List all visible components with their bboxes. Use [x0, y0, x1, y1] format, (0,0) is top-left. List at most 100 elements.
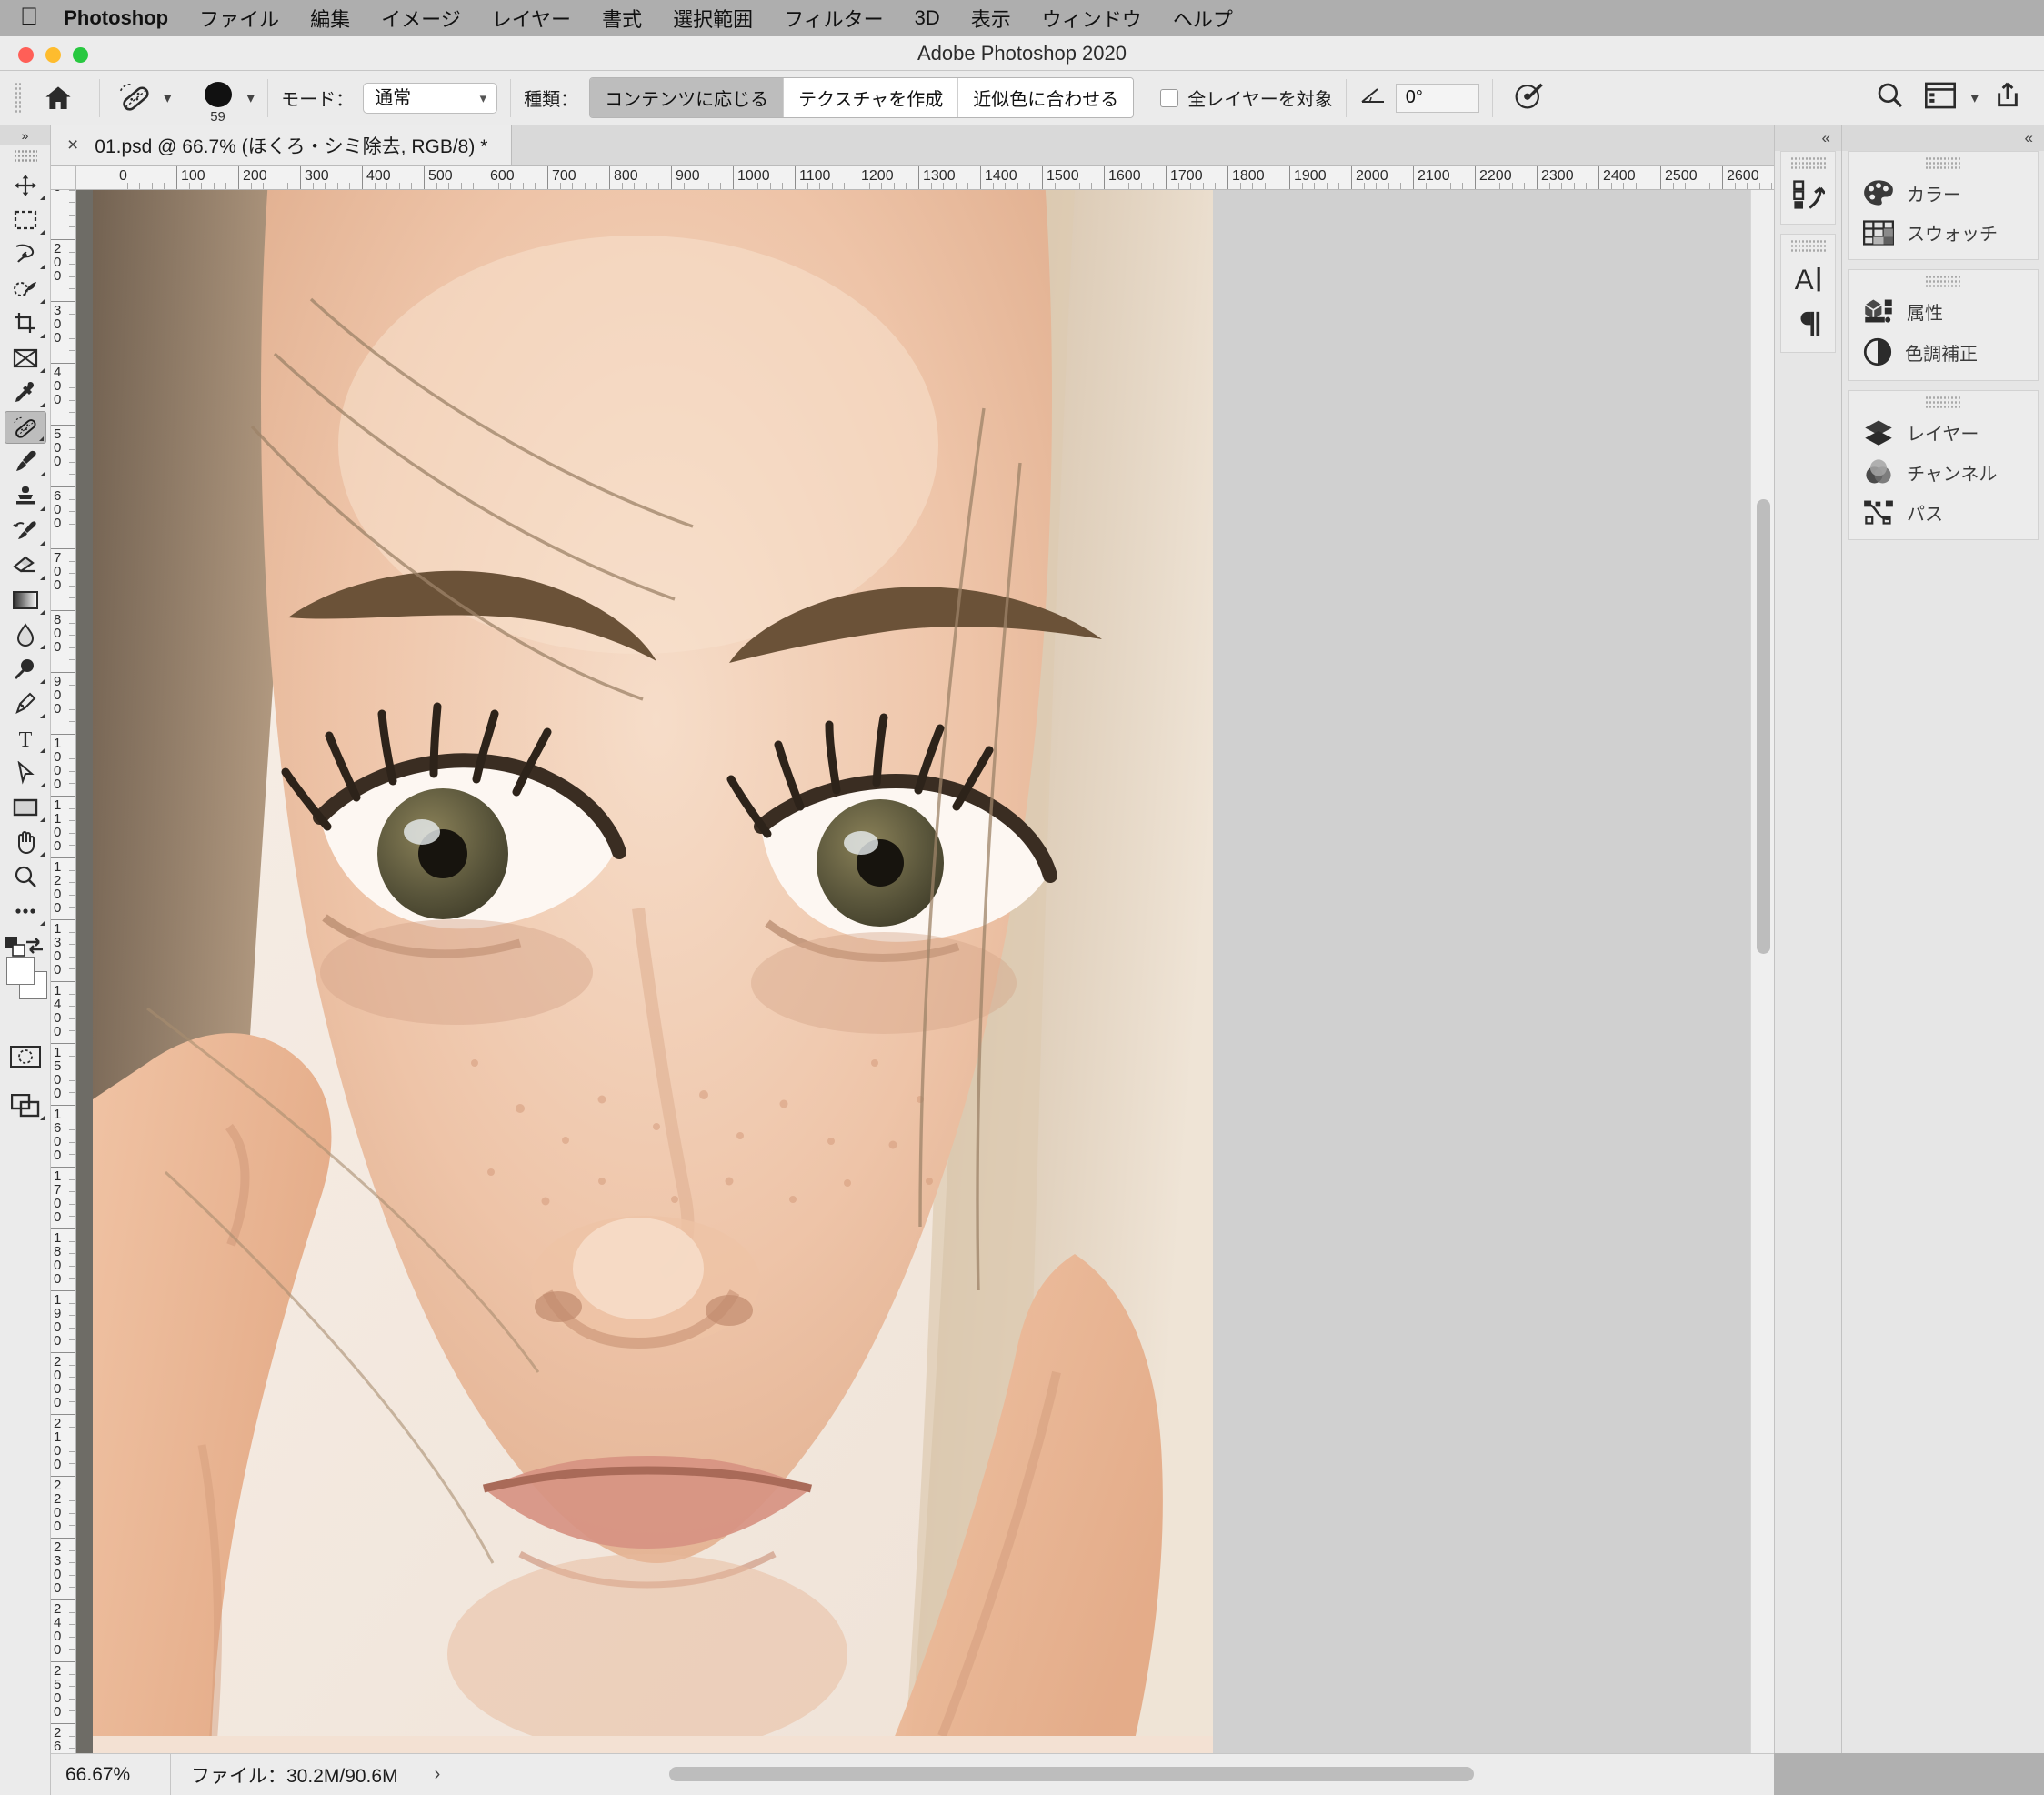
ruler-origin[interactable] — [51, 166, 76, 190]
dock-group-grip[interactable] — [1925, 156, 1961, 169]
options-bar-grip[interactable] — [15, 81, 21, 115]
zoom-level[interactable]: 66.67% — [51, 1754, 171, 1795]
lasso-tool[interactable] — [5, 238, 46, 271]
brush-preset-chevron-down-icon[interactable]: ▾ — [247, 89, 256, 107]
document-tab[interactable]: × 01.psd @ 66.7% (ほくろ・シミ除去, RGB/8) * — [51, 125, 513, 165]
clone-stamp-tool[interactable] — [5, 480, 46, 513]
menu-item-photoshop[interactable]: Photoshop — [64, 6, 184, 30]
adjustments-panel-button[interactable]: 色調補正 — [1849, 331, 2038, 373]
ruler-tick-h: 1700 — [1166, 166, 1203, 189]
type-option-create-texture[interactable]: テクスチャを作成 — [784, 78, 959, 117]
menu-item-filter[interactable]: フィルター — [768, 4, 899, 33]
ruler-minor-tick-v — [69, 1240, 75, 1242]
ruler-minor-tick-v — [69, 993, 75, 995]
tools-expand-button[interactable]: » — [0, 125, 50, 145]
panel-dock-collapse-button[interactable]: « — [1842, 125, 2044, 151]
screen-mode-icon[interactable] — [5, 1089, 46, 1122]
menu-item-view[interactable]: 表示 — [956, 4, 1027, 33]
blur-tool[interactable] — [5, 618, 46, 651]
options-bar: ▾ 59 ▾ モード： 通常 ▾ 種類： コンテンツに応じる テクスチャを作成 … — [0, 71, 2044, 125]
brush-size-preview[interactable]: 59 — [198, 81, 238, 125]
all-layers-checkbox[interactable] — [1160, 88, 1179, 107]
pressure-size-icon[interactable] — [1506, 80, 1551, 115]
paths-panel-button[interactable]: パス — [1849, 492, 2038, 532]
menu-item-file[interactable]: ファイル — [184, 4, 295, 33]
path-selection-tool[interactable] — [5, 757, 46, 789]
type-option-proximity-match[interactable]: 近似色に合わせる — [958, 78, 1134, 117]
menu-item-help[interactable]: ヘルプ — [1157, 4, 1248, 33]
zoom-tool[interactable] — [5, 860, 46, 893]
angle-input[interactable]: 0° — [1395, 83, 1479, 113]
menu-item-3d[interactable]: 3D — [899, 6, 956, 30]
close-icon[interactable]: × — [67, 135, 78, 156]
rectangle-tool[interactable] — [5, 791, 46, 824]
ruler-minor-tick-h — [1561, 183, 1563, 189]
share-icon[interactable] — [1993, 81, 2029, 115]
swatches-panel-button[interactable]: スウォッチ — [1849, 213, 2038, 252]
all-layers-checkbox-row[interactable]: 全レイヤーを対象 — [1160, 85, 1333, 111]
tools-panel-grip[interactable] — [13, 149, 37, 164]
image-viewport[interactable] — [76, 190, 1774, 1753]
apple-icon[interactable]:  — [20, 4, 38, 29]
layers-panel-button[interactable]: レイヤー — [1849, 412, 2038, 452]
pen-tool[interactable] — [5, 687, 46, 720]
rectangular-marquee-tool[interactable] — [5, 204, 46, 236]
horizontal-scrollbar[interactable] — [460, 1754, 1774, 1795]
eraser-tool[interactable] — [5, 549, 46, 582]
edit-toolbar-tool[interactable] — [5, 895, 46, 928]
secondary-dock-collapse-button[interactable]: « — [1775, 125, 1841, 151]
channels-panel-button[interactable]: チャンネル — [1849, 452, 2038, 492]
horizontal-type-tool[interactable]: T — [5, 722, 46, 755]
maximize-window-button[interactable] — [73, 47, 88, 63]
minimize-window-button[interactable] — [45, 47, 61, 63]
menu-item-select[interactable]: 選択範囲 — [657, 4, 768, 33]
vertical-scrollbar-thumb[interactable] — [1757, 499, 1770, 954]
ruler-minor-tick-h — [1215, 183, 1217, 189]
quick-mask-icon[interactable] — [5, 1040, 46, 1073]
eyedropper-tool[interactable] — [5, 376, 46, 409]
history-panel-button[interactable] — [1781, 173, 1835, 216]
dock-group-grip[interactable] — [1789, 156, 1827, 169]
color-panel-button[interactable]: カラー — [1849, 173, 2038, 213]
workspace-icon[interactable] — [1919, 82, 1961, 114]
search-icon[interactable] — [1861, 81, 1919, 115]
frame-tool[interactable] — [5, 342, 46, 375]
object-selection-tool[interactable] — [5, 273, 46, 306]
portrait-photograph[interactable] — [93, 190, 1213, 1753]
foreground-color-swatch[interactable] — [5, 957, 35, 985]
menu-item-type[interactable]: 書式 — [586, 4, 657, 33]
character-panel-button[interactable]: A — [1781, 256, 1835, 301]
dock-group-grip[interactable] — [1925, 275, 1961, 287]
properties-panel-button[interactable]: 属性 — [1849, 291, 2038, 331]
gradient-tool[interactable] — [5, 584, 46, 617]
history-brush-tool[interactable] — [5, 515, 46, 547]
type-option-content-aware[interactable]: コンテンツに応じる — [590, 78, 785, 117]
mode-select[interactable]: 通常 — [363, 82, 498, 114]
home-icon[interactable] — [30, 84, 86, 113]
move-tool[interactable] — [5, 169, 46, 202]
dock-group-grip[interactable] — [1789, 239, 1827, 252]
chevron-right-icon[interactable]: › — [435, 1764, 441, 1785]
menu-item-image[interactable]: イメージ — [366, 4, 476, 33]
crop-tool[interactable] — [5, 307, 46, 340]
menu-item-layer[interactable]: レイヤー — [476, 4, 586, 33]
dodge-tool[interactable] — [5, 653, 46, 686]
brush-tool[interactable] — [5, 446, 46, 478]
tool-corner-marker — [39, 852, 45, 857]
ruler-tick-h: 1100 — [795, 166, 830, 189]
close-window-button[interactable] — [18, 47, 34, 63]
dock-group-grip[interactable] — [1925, 396, 1961, 408]
horizontal-ruler[interactable]: 0 100 200 300 400 500 600 700 800 900 1000 1100 1200… — [76, 166, 1774, 190]
tool-preset-chevron-down-icon[interactable]: ▾ — [164, 89, 172, 107]
ruler-tick-label: 1100 — [54, 797, 62, 854]
workspace-chevron-down-icon[interactable]: ▾ — [1970, 89, 1979, 107]
vertical-scrollbar[interactable] — [1750, 190, 1774, 1753]
spot-healing-brush-tool[interactable] — [4, 411, 46, 444]
hand-tool[interactable] — [5, 826, 46, 858]
horizontal-scrollbar-thumb[interactable] — [669, 1767, 1474, 1781]
menu-item-edit[interactable]: 編集 — [295, 4, 366, 33]
menu-item-window[interactable]: ウィンドウ — [1027, 4, 1157, 33]
current-tool-preview[interactable] — [116, 81, 155, 115]
paragraph-panel-button[interactable] — [1781, 301, 1835, 345]
vertical-ruler[interactable]: 0 200 300 400 500 600 700 800 900 1000 1100 1200 130… — [51, 190, 76, 1753]
